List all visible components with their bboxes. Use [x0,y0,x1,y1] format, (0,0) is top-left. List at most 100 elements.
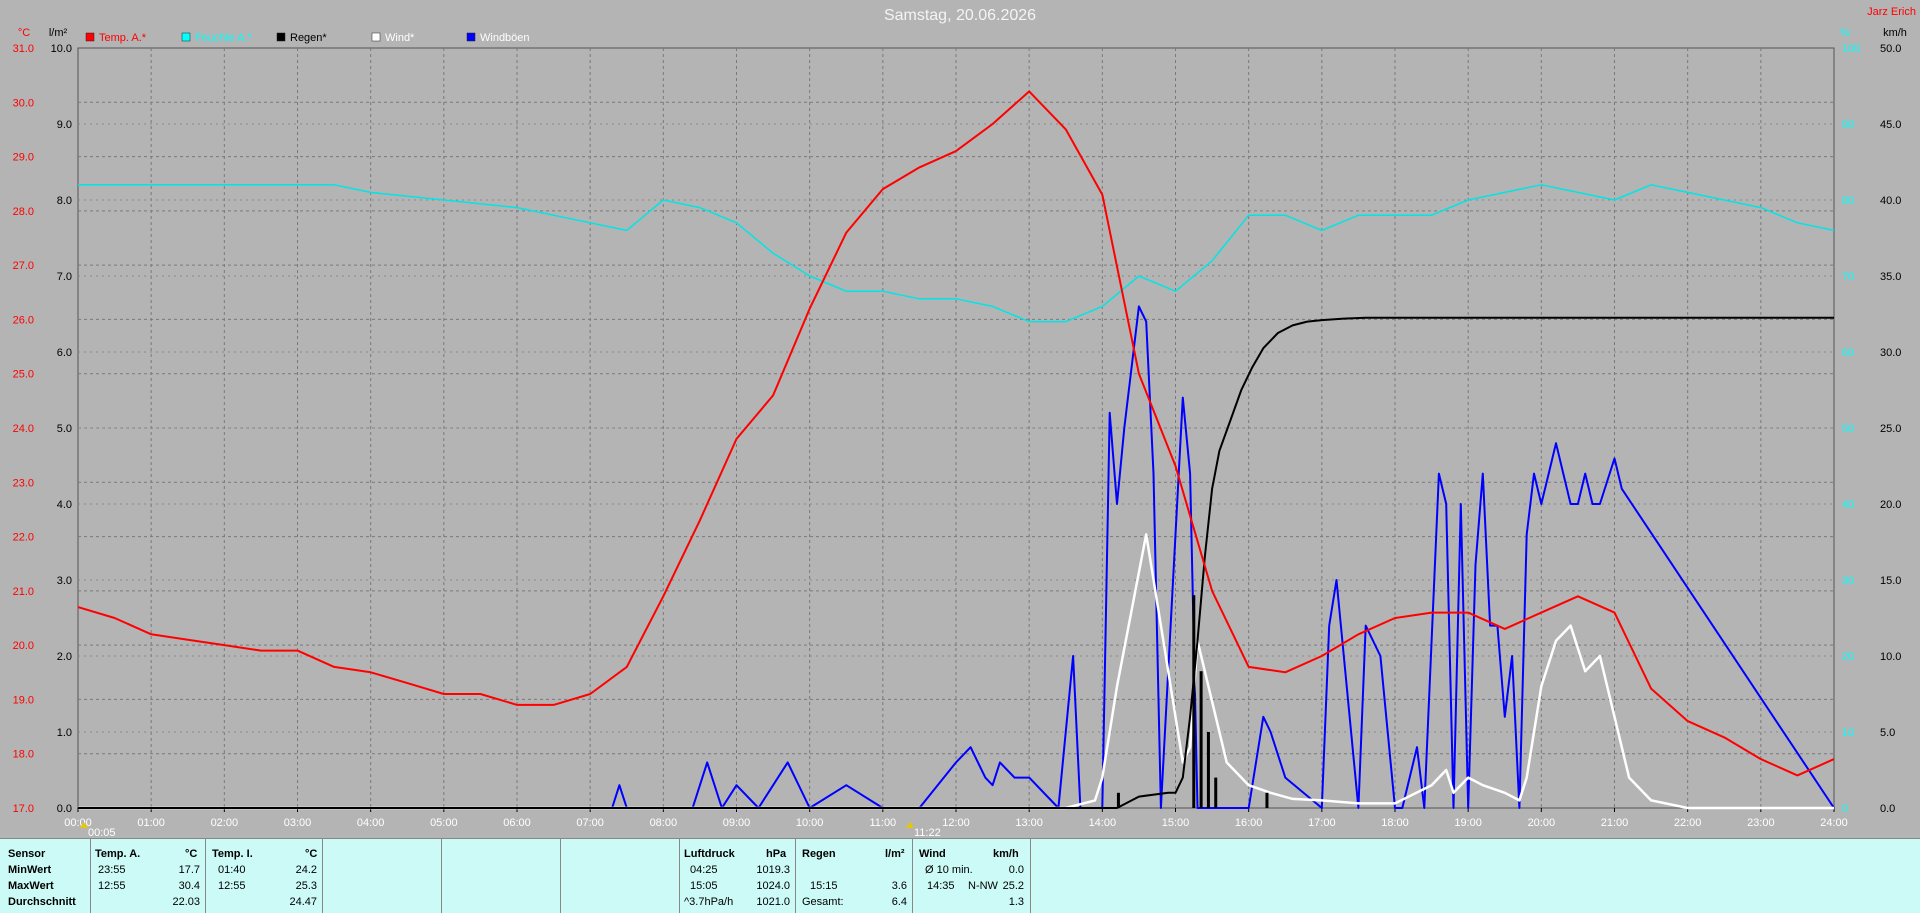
start-marker-label: 00:05 [88,827,116,838]
rain-axis-tick-label: 8.0 [57,195,72,207]
legend-label: Feuchte A.* [195,32,253,44]
legend-label: Regen* [290,32,327,44]
wind-max-time: 14:35 [927,880,955,892]
legend-label: Temp. A.* [99,32,147,44]
wind-axis-tick-label: 50.0 [1880,43,1901,55]
stats-divider [322,839,323,913]
wind-avg10-value: 0.0 [1008,864,1024,876]
wind-max-value: 25.2 [1002,880,1024,892]
humidity-axis-tick-label: 50 [1842,423,1854,435]
wind-max-direction: N-NW [968,880,998,892]
x-axis-tick-label: 21:00 [1601,817,1629,829]
x-axis-tick-label: 24:00 [1820,817,1848,829]
wind-axis-tick-label: 5.0 [1880,727,1895,739]
temp-a-max-value: 30.4 [178,880,200,892]
temp-a-avg-value: 22.03 [172,896,200,908]
rain-bar [1199,671,1203,808]
rain-axis-tick-label: 2.0 [57,651,72,663]
temp-axis-tick-label: 21.0 [13,586,34,598]
temp-i-max-value: 25.3 [295,880,317,892]
stats-divider [912,839,913,913]
rain-axis-tick-label: 1.0 [57,727,72,739]
temp-a-unit: °C [185,848,198,860]
wind-axis-tick-label: 0.0 [1880,803,1895,815]
legend-swatch [466,32,476,42]
chart-svg: 17.0 18.0 19.0 20.0 21.0 22.0 23.0 24.0 25.0 26.0… [0,0,1920,838]
x-axis-tick-label: 10:00 [796,817,824,829]
stats-divider [679,839,680,913]
legend-swatch [181,32,191,42]
rain-bar [1192,595,1196,808]
x-axis-tick-label: 14:00 [1089,817,1117,829]
x-axis-tick-label: 11:00 [869,817,896,829]
rain-bar [1116,792,1120,808]
rain-axis-tick-label: 9.0 [57,119,72,131]
x-axis-tick-label: 06:00 [503,817,531,829]
temp-a-min-time: 23:55 [98,864,126,876]
legend-swatch [276,32,286,42]
temp-axis-tick-label: 27.0 [13,260,34,272]
humidity-axis-tick-label: 0 [1842,803,1848,815]
wind-unit: km/h [993,848,1019,860]
x-axis-tick-label: 13:00 [1015,817,1043,829]
legend-label: Windböen [480,32,530,44]
temp-i-avg-value: 24.47 [289,896,317,908]
stats-sensor-header: Sensor [8,848,46,860]
stats-row-label-min: MinWert [8,864,52,876]
wind-axis-tick-label: 10.0 [1880,651,1901,663]
rain-axis-tick-label: 4.0 [57,499,72,511]
temp-axis-tick-label: 29.0 [13,152,34,164]
humidity-axis-tick-label: 60 [1842,347,1854,359]
temp-axis-tick-label: 20.0 [13,640,34,652]
temp-axis-tick-label: 23.0 [13,477,34,489]
x-axis-tick-label: 07:00 [576,817,604,829]
corner-label: Jarz Erich [1867,6,1916,18]
wind-header: Wind [919,848,946,860]
regen-unit: l/m² [885,848,905,860]
temp-axis-tick-label: 31.0 [13,43,34,55]
humidity-axis-tick-label: 70 [1842,271,1854,283]
rain-bar [1265,792,1269,808]
luftdruck-avg-value: 1021.0 [756,896,790,908]
mid-marker-label: 11:22 [914,827,941,838]
statistics-panel: Sensor MinWert MaxWert Durchschnitt Temp… [0,838,1920,913]
x-axis-tick-label: 16:00 [1235,817,1263,829]
temp-i-min-time: 01:40 [218,864,246,876]
x-axis-tick-label: 04:00 [357,817,385,829]
wind-axis-tick-label: 25.0 [1880,423,1901,435]
temp-axis-tick-label: 22.0 [13,532,34,544]
x-axis-tick-label: 22:00 [1674,817,1702,829]
x-axis-tick-label: 09:00 [723,817,751,829]
wind-unit-label: km/h [1883,27,1907,39]
stats-divider [441,839,442,913]
rain-axis-tick-label: 10.0 [51,43,72,55]
x-axis-tick-label: 02:00 [211,817,239,829]
wind-avg10-label: Ø 10 min. [925,864,973,876]
rain-unit-label: l/m² [49,27,68,39]
regen-max-value: 3.6 [891,880,907,892]
temp-axis-tick-label: 30.0 [13,97,34,109]
weather-chart-window: 17.0 18.0 19.0 20.0 21.0 22.0 23.0 24.0 25.0 26.0… [0,0,1920,913]
luftdruck-min-value: 1019.3 [756,864,790,876]
luftdruck-unit: hPa [766,848,787,860]
luftdruck-trend: ^3.7hPa/h [684,896,734,908]
legend-swatch [371,32,381,42]
rain-axis-tick-label: 6.0 [57,347,72,359]
luftdruck-min-time: 04:25 [690,864,718,876]
regen-total-value: 6.4 [891,896,907,908]
humidity-axis-tick-label: 40 [1842,499,1854,511]
legend-label: Wind* [385,32,415,44]
wind-axis-tick-label: 40.0 [1880,195,1901,207]
temp-i-unit: °C [305,848,318,860]
wind-axis-tick-label: 35.0 [1880,271,1901,283]
legend-swatch [85,32,95,42]
rain-bar [1214,777,1218,808]
temp-axis-tick-label: 17.0 [13,803,34,815]
x-axis-tick-label: 05:00 [430,817,458,829]
stats-divider [1030,839,1031,913]
wind-avg-value: 1.3 [1008,896,1024,908]
stats-row-label-max: MaxWert [8,880,54,892]
x-axis-tick-label: 17:00 [1308,817,1336,829]
hum-unit-label: % [1840,27,1850,39]
humidity-axis-tick-label: 10 [1842,727,1854,739]
